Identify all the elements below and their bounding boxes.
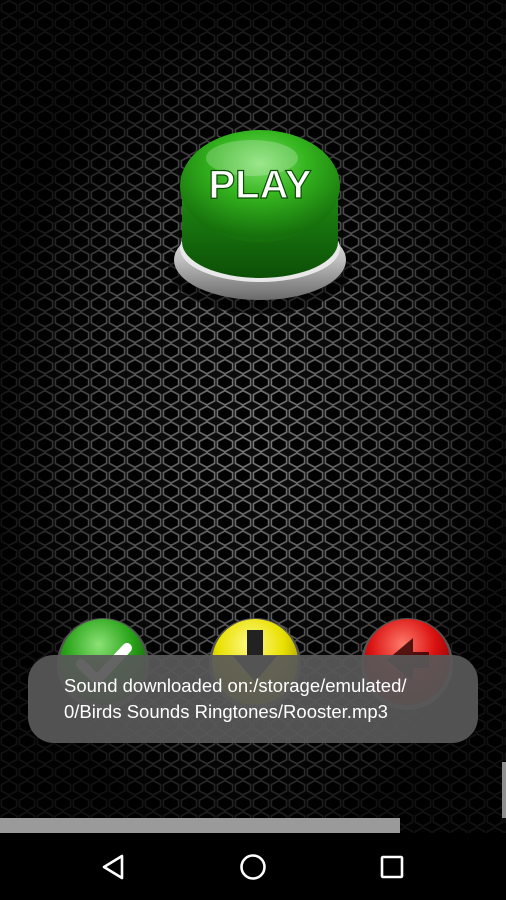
play-label: PLAY (208, 163, 311, 207)
toast-line-2: 0/Birds Sounds Ringtones/Rooster.mp3 (64, 701, 388, 722)
toast-line-1: Sound downloaded on:/storage/emulated/ (64, 675, 407, 696)
recents-square-icon (380, 855, 404, 879)
download-toast: Sound downloaded on:/storage/emulated/ 0… (28, 655, 478, 743)
home-circle-icon (240, 854, 266, 880)
app-screen: PLAY Sound downloaded on:/storage/emulat… (0, 0, 506, 900)
back-button[interactable] (94, 847, 134, 887)
vertical-scrollbar[interactable] (502, 762, 506, 818)
play-button[interactable]: PLAY (160, 120, 360, 330)
back-triangle-icon (102, 854, 124, 880)
recents-button[interactable] (372, 847, 412, 887)
system-navigation-bar (0, 833, 506, 900)
horizontal-scrollbar[interactable] (0, 818, 400, 833)
play-button-graphic: PLAY (168, 130, 352, 314)
home-button[interactable] (233, 847, 273, 887)
